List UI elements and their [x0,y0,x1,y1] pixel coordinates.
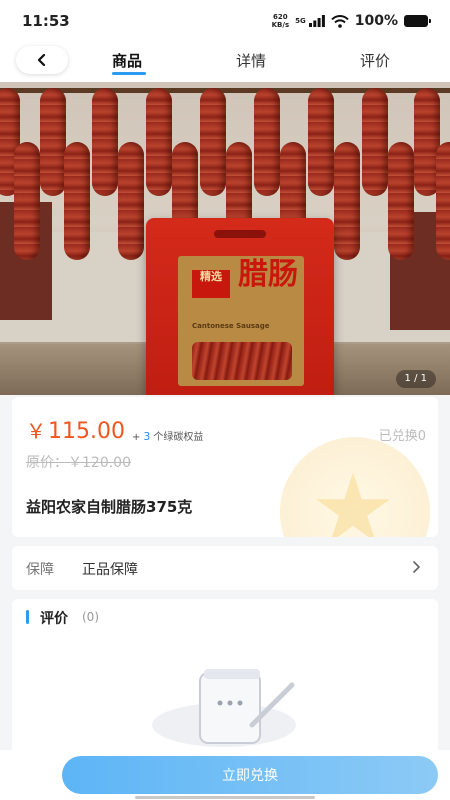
tab-active-indicator [112,72,146,75]
empty-reviews-icon [152,669,296,747]
package-sub-label: 精选 [192,270,230,298]
battery-icon [404,15,431,27]
wifi-icon [331,14,349,28]
product-image[interactable]: 精选 腊肠 Cantonese Sausage 1 / 1 [0,82,450,395]
status-bar: 11:53 620 KB/s 5G 100% [0,0,450,42]
package-english: Cantonese Sausage [192,322,270,330]
reviews-count: (0) [82,610,99,624]
star-icon: ★ [310,453,397,537]
original-price: 原价：￥120.00 [26,455,131,471]
tab-reviews[interactable]: 评价 [360,50,390,71]
package-hang-hole [214,230,266,238]
tab-details[interactable]: 详情 [236,50,266,71]
reviews-section: 评价 (0) [12,599,438,759]
currency-symbol: ￥ [26,419,46,443]
image-pager: 1 / 1 [395,370,436,388]
reviews-title: 评价 [40,611,68,627]
carbon-count: 3 [143,430,151,443]
product-name: 益阳农家自制腊肠375克 [26,498,193,516]
bottom-action-bar: 立即兑换 [0,750,450,800]
signal-icon [308,15,325,27]
package-label: 精选 腊肠 Cantonese Sausage [178,256,304,386]
redeemed-count: 已兑换0 [378,429,426,444]
top-nav: 商品 详情 评价 [0,42,450,82]
back-button[interactable] [16,46,68,74]
section-accent-bar [26,610,29,624]
sausage-package: 精选 腊肠 Cantonese Sausage [146,218,334,395]
carbon-rights: +3 个绿碳权益 [132,430,204,443]
package-title: 腊肠 [238,257,298,292]
guarantee-value: 正品保障 [82,562,138,578]
battery-text: 100% [354,13,398,29]
guarantee-label: 保障 [26,562,54,578]
redeem-button[interactable]: 立即兑换 [62,756,438,794]
package-sausage-window [192,342,292,380]
product-price: ￥115.00 [26,415,125,444]
price-value: 115.00 [48,419,125,444]
guarantee-row[interactable]: 保障 正品保障 [12,546,438,590]
chevron-left-icon [37,54,46,66]
network-type: 5G [295,17,306,25]
home-indicator [135,796,315,799]
net-speed: 620 KB/s [271,13,290,29]
chevron-right-icon [413,561,420,573]
status-time: 11:53 [22,12,70,30]
price-card: ★ ￥115.00 +3 个绿碳权益 已兑换0 原价：￥120.00 益阳农家自制… [12,397,438,537]
status-icons: 620 KB/s 5G 100% [271,13,431,29]
tab-goods[interactable]: 商品 [112,50,142,71]
